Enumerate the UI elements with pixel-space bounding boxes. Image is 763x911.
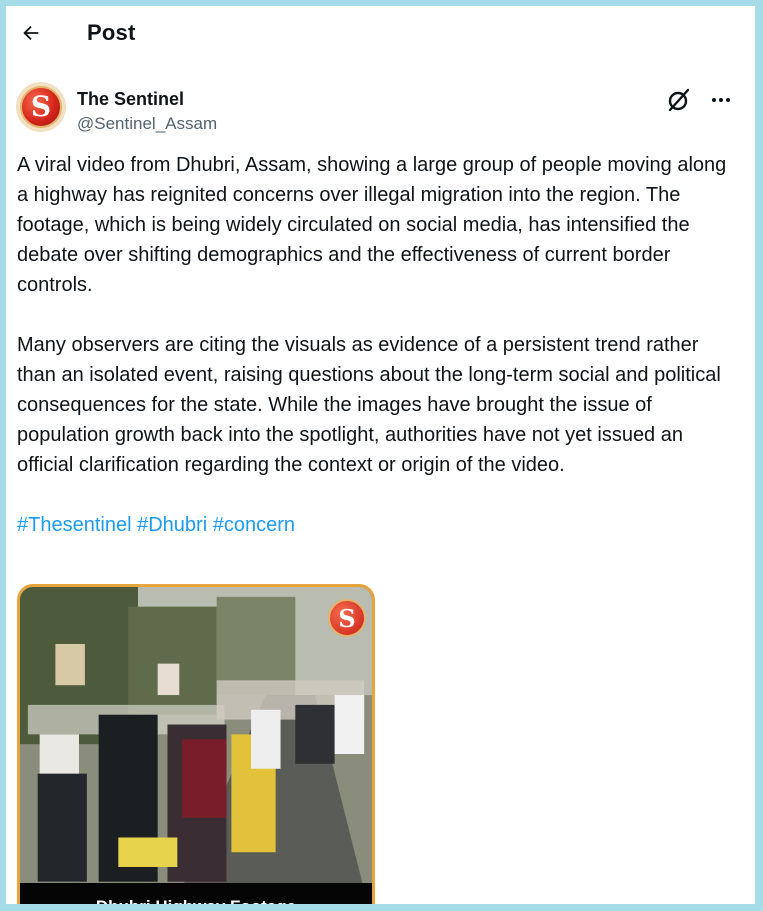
page-title: Post	[87, 20, 136, 45]
hashtag-link[interactable]: #concern	[213, 514, 295, 536]
author-row: S The Sentinel @Sentinel_Assam	[16, 82, 746, 138]
tweet-body: A viral video from Dhubri, Assam, showin…	[17, 150, 735, 540]
more-horizontal-icon	[712, 98, 716, 102]
avatar[interactable]: S	[16, 82, 66, 132]
video-caption: Dhubri Highway Footage	[20, 883, 372, 904]
author-display-name[interactable]: The Sentinel	[77, 89, 184, 110]
watermark-letter: S	[338, 603, 356, 633]
sentinel-watermark-icon: S	[328, 599, 366, 637]
post-page: Post S The Sentinel @Sentinel_Assam A vi…	[6, 6, 755, 904]
grok-button[interactable]	[666, 87, 692, 113]
tweet-paragraph: A viral video from Dhubri, Assam, showin…	[17, 154, 727, 296]
hashtag-link[interactable]: #Thesentinel	[17, 514, 132, 536]
back-button[interactable]	[16, 18, 46, 48]
header-bar: Post	[6, 6, 755, 61]
video-thumbnail[interactable]: S Dhubri Highway Footage	[17, 584, 375, 904]
hashtag-link[interactable]: #Dhubri	[137, 514, 207, 536]
arrow-left-icon	[23, 25, 39, 41]
author-handle[interactable]: @Sentinel_Assam	[77, 114, 217, 134]
tweet-paragraph: Many observers are citing the visuals as…	[17, 334, 721, 476]
crowd-highway-image	[20, 587, 372, 904]
more-dot	[726, 98, 730, 102]
hashtag-line: #Thesentinel #Dhubri #concern	[17, 510, 735, 540]
more-options-button[interactable]	[708, 87, 734, 113]
sentinel-logo-icon: S	[20, 86, 62, 128]
more-dot	[719, 98, 723, 102]
grok-icon	[668, 88, 690, 112]
avatar-letter: S	[30, 90, 52, 123]
